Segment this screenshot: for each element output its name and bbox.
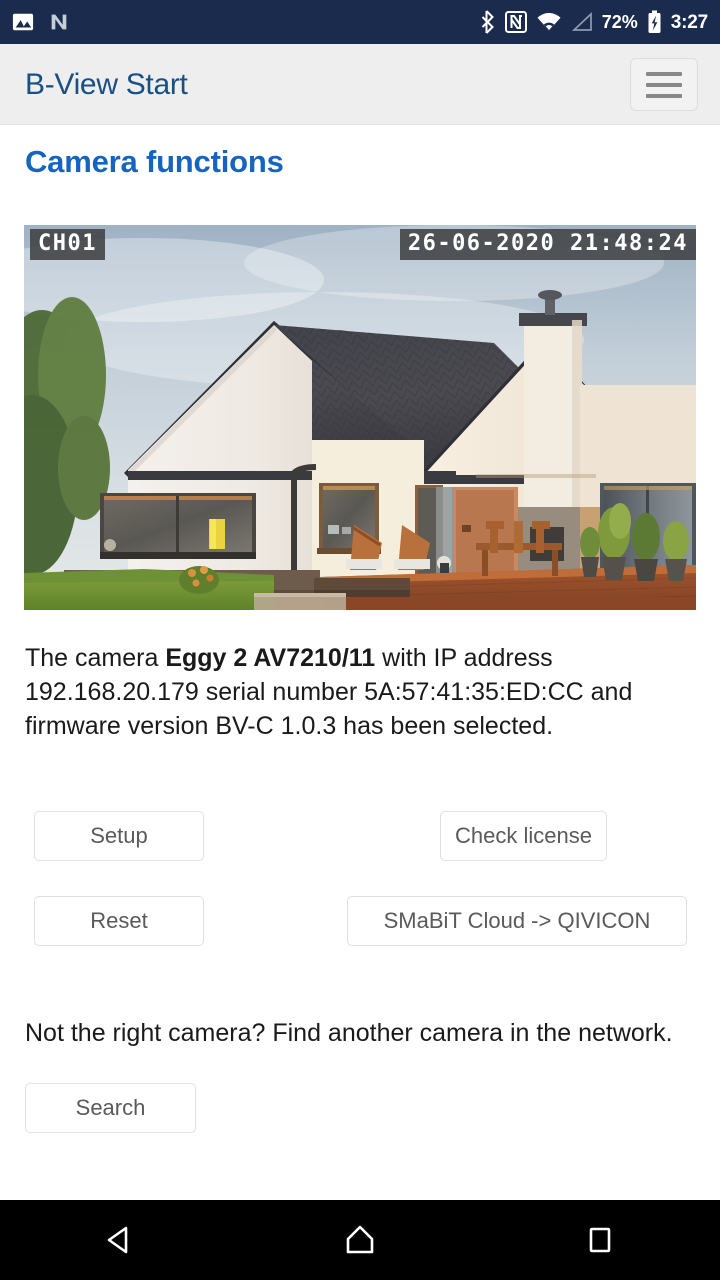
battery-percent-label: 72% bbox=[601, 11, 638, 32]
status-bar-system-icons: 72% 3:27 bbox=[479, 10, 708, 34]
home-button[interactable] bbox=[315, 1210, 405, 1270]
find-another-camera-text: Not the right camera? Find another camer… bbox=[25, 1019, 673, 1047]
app-title: B-View Start bbox=[25, 68, 188, 101]
hamburger-line-3 bbox=[646, 93, 682, 98]
app-header-bar: B-View Start bbox=[0, 44, 720, 125]
cellular-signal-icon bbox=[571, 12, 593, 32]
setup-button[interactable]: Setup bbox=[34, 811, 204, 861]
camera-timestamp-overlay: 26-06-2020 21:48:24 bbox=[399, 229, 696, 261]
android-n-icon bbox=[48, 11, 70, 33]
check-license-button[interactable]: Check license bbox=[440, 811, 607, 861]
back-button[interactable] bbox=[75, 1210, 165, 1270]
home-icon bbox=[346, 1225, 374, 1254]
android-status-bar: 72% 3:27 bbox=[0, 0, 720, 44]
status-bar-clock: 3:27 bbox=[670, 11, 708, 33]
nfc-icon bbox=[504, 10, 527, 34]
camera-channel-overlay: CH01 bbox=[30, 229, 105, 261]
camera-preview-image bbox=[24, 225, 696, 610]
back-triangle-icon bbox=[107, 1226, 128, 1254]
recents-square-icon bbox=[589, 1227, 611, 1253]
photo-image-icon bbox=[12, 11, 34, 33]
camera-preview[interactable]: CH01 26-06-2020 21:48:24 bbox=[24, 225, 696, 610]
camera-model-name: Eggy 2 AV7210/11 bbox=[165, 644, 376, 672]
wifi-icon bbox=[536, 11, 562, 33]
status-bar-notification-icons bbox=[12, 11, 70, 33]
search-button[interactable]: Search bbox=[25, 1083, 196, 1133]
battery-charging-icon bbox=[647, 10, 662, 34]
description-prefix: The camera bbox=[25, 644, 166, 672]
hamburger-line-2 bbox=[646, 82, 682, 87]
hamburger-menu-button[interactable] bbox=[630, 58, 698, 111]
bluetooth-icon bbox=[479, 10, 496, 34]
page-title: Camera functions bbox=[25, 144, 284, 179]
hamburger-line-1 bbox=[646, 71, 682, 76]
android-navigation-bar bbox=[0, 1200, 720, 1280]
smabit-cloud-qivicon-button[interactable]: SMaBiT Cloud -> QIVICON bbox=[347, 896, 687, 946]
app-root: 72% 3:27 B-View Start Camera functions C… bbox=[0, 0, 720, 1280]
reset-button[interactable]: Reset bbox=[34, 896, 204, 946]
recents-button[interactable] bbox=[555, 1210, 645, 1270]
camera-description: The camera Eggy 2 AV7210/11 with IP addr… bbox=[25, 641, 697, 743]
